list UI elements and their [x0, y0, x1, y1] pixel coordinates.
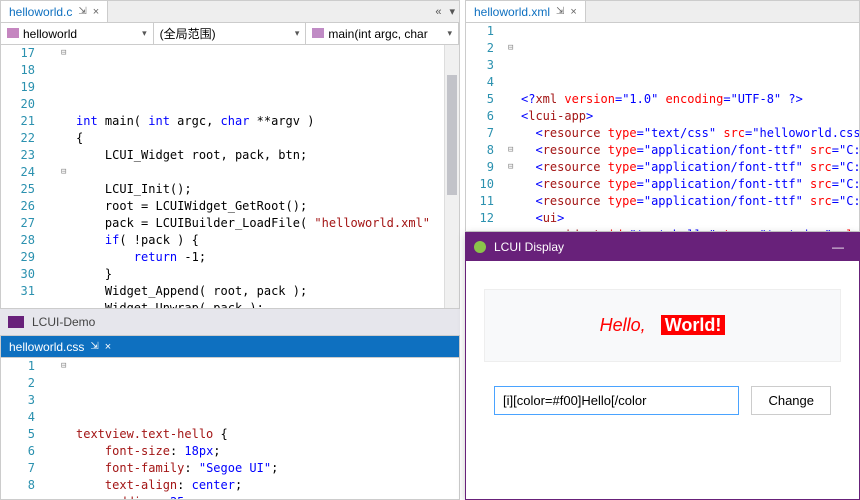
- code-area-css[interactable]: 1 2 3 4 5 6 7 8 ⊟ textview.text-hello { …: [1, 358, 459, 500]
- code-area-c[interactable]: 17 18 19 20 21 22 23 24 25 26 27 28 29 3…: [1, 45, 459, 309]
- combo-scope-value: (全局范围): [160, 25, 216, 42]
- tab-bar-xml: helloworld.xml ⇲ ×: [466, 1, 859, 23]
- edit-row: Change: [484, 386, 841, 415]
- close-icon[interactable]: ×: [93, 6, 99, 18]
- vs-icon: [8, 316, 24, 328]
- scrollbar-vertical[interactable]: [444, 45, 459, 308]
- tab-label: helloworld.c: [9, 5, 72, 19]
- app-titlebar[interactable]: LCUI Display —: [466, 233, 859, 261]
- line-gutter: 1 2 3 4 5 6 7 8: [1, 358, 53, 494]
- combo-project-value: helloworld: [23, 27, 77, 41]
- project-icon: [7, 28, 19, 38]
- minimize-button[interactable]: —: [825, 240, 851, 254]
- combo-project[interactable]: helloworld ▾: [1, 23, 154, 44]
- scroll-thumb[interactable]: [447, 75, 457, 195]
- solution-bar[interactable]: LCUI-Demo: [0, 309, 460, 335]
- chevron-left-icon[interactable]: «: [431, 6, 445, 18]
- chevron-down-icon: ▾: [142, 28, 147, 39]
- line-gutter: 17 18 19 20 21 22 23 24 25 26 27 28 29 3…: [1, 45, 53, 300]
- tab-helloworld-c[interactable]: helloworld.c ⇲ ×: [1, 1, 108, 22]
- world-text: World!: [661, 315, 726, 335]
- code-lines[interactable]: textview.text-hello { font-size: 18px; f…: [76, 426, 459, 500]
- combo-member-value: main(int argc, char: [328, 27, 427, 41]
- tab-label: helloworld.xml: [474, 5, 550, 19]
- app-title-text: LCUI Display: [494, 240, 564, 254]
- code-lines[interactable]: int main( int argc, char **argv ){ LCUI_…: [76, 113, 459, 309]
- editor-pane-c: helloworld.c ⇲ × « ▾ helloworld ▾ (全局范围) ▾…: [0, 0, 460, 309]
- tab-helloworld-css[interactable]: helloworld.css ⇲ ×: [1, 336, 119, 357]
- method-icon: [312, 28, 324, 38]
- chevron-down-icon[interactable]: ▾: [445, 5, 459, 18]
- line-gutter: 1 2 3 4 5 6 7 8 9 10 11 12: [466, 23, 506, 227]
- app-body: Hello, World! Change: [466, 261, 859, 443]
- chevron-down-icon: ▾: [447, 28, 452, 39]
- editor-pane-xml: helloworld.xml ⇲ × 1 2 3 4 5 6 7 8 9 10 …: [465, 0, 860, 232]
- navbar-combos: helloworld ▾ (全局范围) ▾ main(int argc, char ▾: [1, 23, 459, 45]
- pin-icon[interactable]: ⇲: [556, 6, 564, 17]
- solution-label: LCUI-Demo: [32, 315, 95, 329]
- code-lines[interactable]: <?xml version="1.0" encoding="UTF-8" ?><…: [521, 91, 859, 232]
- code-area-xml[interactable]: 1 2 3 4 5 6 7 8 9 10 11 12 ⊟⊟⊟ <?xml ver…: [466, 23, 859, 232]
- close-icon[interactable]: ×: [105, 341, 111, 353]
- combo-scope[interactable]: (全局范围) ▾: [154, 23, 307, 44]
- chevron-down-icon: ▾: [295, 28, 300, 39]
- tab-label: helloworld.css: [9, 340, 84, 354]
- close-icon[interactable]: ×: [570, 6, 576, 18]
- app-icon: [474, 241, 486, 253]
- text-hello-widget: Hello, World!: [484, 289, 841, 362]
- combo-member[interactable]: main(int argc, char ▾: [306, 23, 459, 44]
- change-button[interactable]: Change: [751, 386, 831, 415]
- editor-pane-css: helloworld.css ⇲ × 1 2 3 4 5 6 7 8 ⊟ tex…: [0, 335, 460, 500]
- edit-input[interactable]: [494, 386, 739, 415]
- tab-helloworld-xml[interactable]: helloworld.xml ⇲ ×: [466, 1, 586, 22]
- lcui-display-window: LCUI Display — Hello, World! Change: [465, 232, 860, 500]
- pin-icon[interactable]: ⇲: [78, 6, 86, 17]
- hello-text: Hello,: [600, 315, 646, 335]
- pin-icon[interactable]: ⇲: [90, 341, 98, 352]
- tab-bar-css: helloworld.css ⇲ ×: [1, 336, 459, 358]
- tab-bar-c: helloworld.c ⇲ × « ▾: [1, 1, 459, 23]
